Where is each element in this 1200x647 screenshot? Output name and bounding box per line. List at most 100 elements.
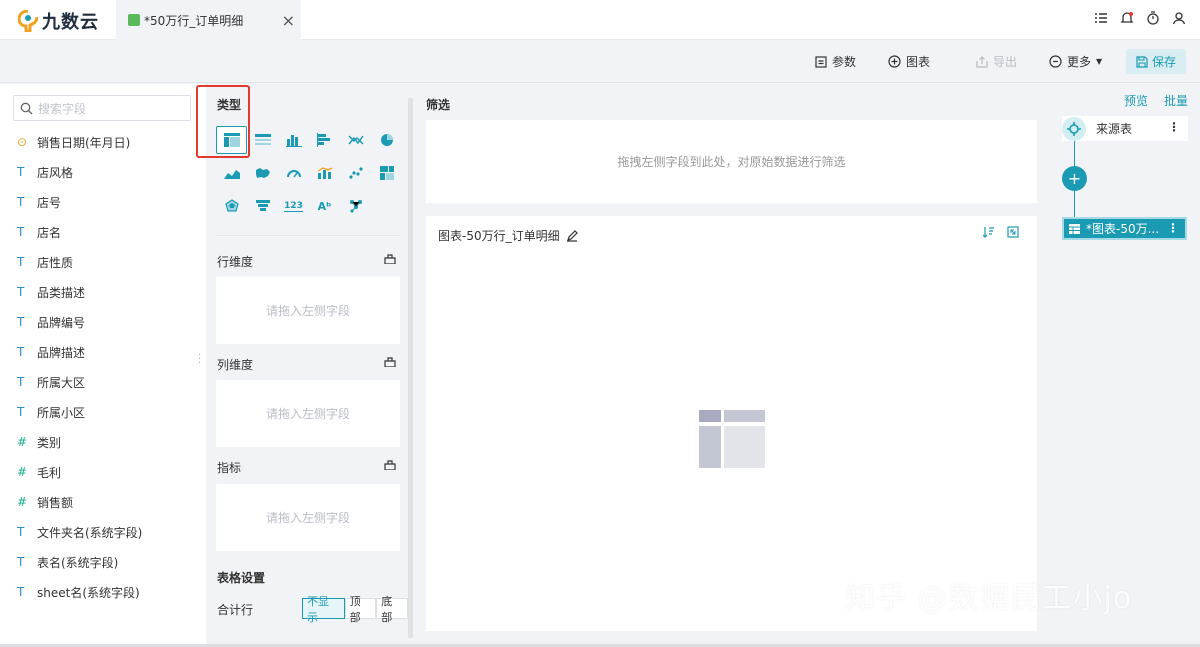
user-icon[interactable]: [1172, 11, 1186, 25]
tab-order-detail[interactable]: *50万行_订单明细 ×: [116, 0, 301, 40]
field-item[interactable]: # 毛利: [0, 457, 206, 487]
chart-type-funnel[interactable]: [247, 192, 278, 220]
clear-icon[interactable]: [384, 460, 396, 470]
field-label: sheet名(系统字段): [37, 585, 140, 600]
text-type-icon: T: [17, 405, 25, 419]
field-label: 销售日期(年月日): [37, 135, 131, 150]
search-icon: [20, 102, 33, 114]
field-label: 店名: [37, 225, 62, 240]
chart-type-relation[interactable]: [340, 192, 371, 220]
chart-type-radar[interactable]: [216, 192, 247, 220]
chart-type-scatter[interactable]: [340, 159, 371, 187]
caret-down-icon: ▼: [1096, 57, 1103, 66]
field-item[interactable]: T 品牌编号: [0, 307, 206, 337]
clear-icon[interactable]: [384, 254, 396, 264]
text-type-icon: T: [17, 315, 25, 329]
total-hide-option[interactable]: 不显示: [302, 595, 345, 624]
field-item[interactable]: T 所属小区: [0, 397, 206, 427]
field-item[interactable]: # 类别: [0, 427, 206, 457]
connector-line: [1074, 191, 1075, 217]
preview-link[interactable]: 预览: [1124, 92, 1148, 109]
filter-dropzone[interactable]: 拖拽左侧字段到此处，对原始数据进行筛选: [426, 120, 1037, 203]
save-icon: [1136, 55, 1148, 68]
chart-type-gauge[interactable]: [278, 159, 309, 187]
chart-type-pie[interactable]: [371, 126, 402, 154]
field-label: 表名(系统字段): [37, 555, 119, 570]
config-scrollbar[interactable]: [408, 98, 413, 638]
source-table-node[interactable]: 来源表 ⋮: [1062, 116, 1188, 141]
top-bar: 九数云 *50万行_订单明细 ×: [0, 0, 1200, 40]
chart-type-detail-table[interactable]: [247, 126, 278, 154]
total-bottom-option[interactable]: 底部: [376, 595, 409, 624]
more-dropdown[interactable]: 更多 ▼: [1049, 53, 1102, 70]
field-label: 毛利: [37, 465, 62, 480]
field-label: 店风格: [37, 165, 74, 180]
relation-chart-icon: [349, 200, 362, 213]
pie-chart-icon: [380, 134, 393, 146]
field-item[interactable]: # 销售额: [0, 487, 206, 517]
combo-chart-icon: [317, 167, 332, 179]
field-item[interactable]: T 文件夹名(系统字段): [0, 517, 206, 547]
params-button[interactable]: 参数: [815, 53, 856, 70]
search-input[interactable]: 搜索字段: [13, 95, 191, 121]
chart-type-combo[interactable]: [309, 159, 340, 187]
batch-link[interactable]: 批量: [1164, 92, 1188, 109]
field-item[interactable]: T 品类描述: [0, 277, 206, 307]
more-vertical-icon[interactable]: ⋮: [1168, 120, 1180, 134]
timer-icon[interactable]: [1146, 11, 1160, 25]
field-item[interactable]: Tsheet名(系统字段): [0, 577, 206, 607]
chart-type-kpi[interactable]: 123: [278, 192, 309, 220]
export-button[interactable]: 导出: [976, 53, 1017, 70]
toolbar: 参数 图表 导出 更多 ▼ 保存: [0, 41, 1200, 83]
chart-type-wordcloud[interactable]: Aᵇ: [309, 192, 340, 220]
metric-dropzone[interactable]: 请拖入左侧字段: [216, 484, 400, 551]
scatter-chart-icon: [348, 167, 363, 179]
chart-type-area[interactable]: [216, 159, 247, 187]
column-dimension-dropzone[interactable]: 请拖入左侧字段: [216, 380, 400, 447]
flow-panel: 预览 批量 来源表 ⋮ + *图表-50万... ⋮: [1050, 84, 1200, 647]
text-type-icon: T: [17, 585, 25, 599]
text-type-icon: T: [17, 255, 25, 269]
field-item[interactable]: T 品牌描述: [0, 337, 206, 367]
text-type-icon: T: [17, 525, 25, 539]
num-type-icon: #: [17, 495, 28, 509]
chart-type-bar[interactable]: [309, 126, 340, 154]
source-label: 来源表: [1096, 122, 1133, 136]
field-item[interactable]: T 店号: [0, 187, 206, 217]
chart-node[interactable]: *图表-50万... ⋮: [1062, 217, 1187, 240]
add-chart-button[interactable]: 图表: [888, 53, 930, 70]
metric-label: 指标: [217, 461, 242, 475]
row-dimension-dropzone[interactable]: 请拖入左侧字段: [216, 277, 400, 344]
line-chart-icon: [347, 135, 364, 145]
sort-icon[interactable]: [983, 226, 995, 238]
app-logo[interactable]: 九数云: [18, 8, 99, 34]
field-item[interactable]: T 店风格: [0, 157, 206, 187]
field-item[interactable]: T 店名: [0, 217, 206, 247]
chart-type-column[interactable]: [278, 126, 309, 154]
export-icon: [976, 55, 988, 68]
close-icon[interactable]: ×: [282, 11, 295, 30]
total-top-option[interactable]: 顶部: [344, 595, 377, 624]
edit-icon[interactable]: [566, 229, 578, 242]
params-label: 参数: [832, 55, 857, 69]
chart-type-map[interactable]: [247, 159, 278, 187]
resize-handle[interactable]: · · ·: [198, 351, 201, 369]
field-item[interactable]: ⊙ 销售日期(年月日): [0, 127, 206, 157]
chart-type-matrix[interactable]: [371, 159, 402, 187]
field-item[interactable]: T 店性质: [0, 247, 206, 277]
add-step-button[interactable]: +: [1062, 166, 1087, 191]
save-button[interactable]: 保存: [1126, 49, 1186, 74]
chart-type-line[interactable]: [340, 126, 371, 154]
field-item[interactable]: T 表名(系统字段): [0, 547, 206, 577]
tab-title: *50万行_订单明细: [144, 13, 244, 28]
search-placeholder: 搜索字段: [38, 101, 87, 116]
expand-icon[interactable]: [1007, 226, 1019, 238]
more-vertical-icon[interactable]: ⋮: [1167, 221, 1179, 235]
map-chart-icon: [255, 168, 270, 178]
wordcloud-icon: Aᵇ: [317, 199, 332, 213]
table-settings-title: 表格设置: [217, 571, 266, 585]
task-list-icon[interactable]: [1094, 11, 1108, 25]
field-item[interactable]: T 所属大区: [0, 367, 206, 397]
clear-icon[interactable]: [384, 357, 396, 367]
notification-icon[interactable]: [1120, 11, 1134, 25]
